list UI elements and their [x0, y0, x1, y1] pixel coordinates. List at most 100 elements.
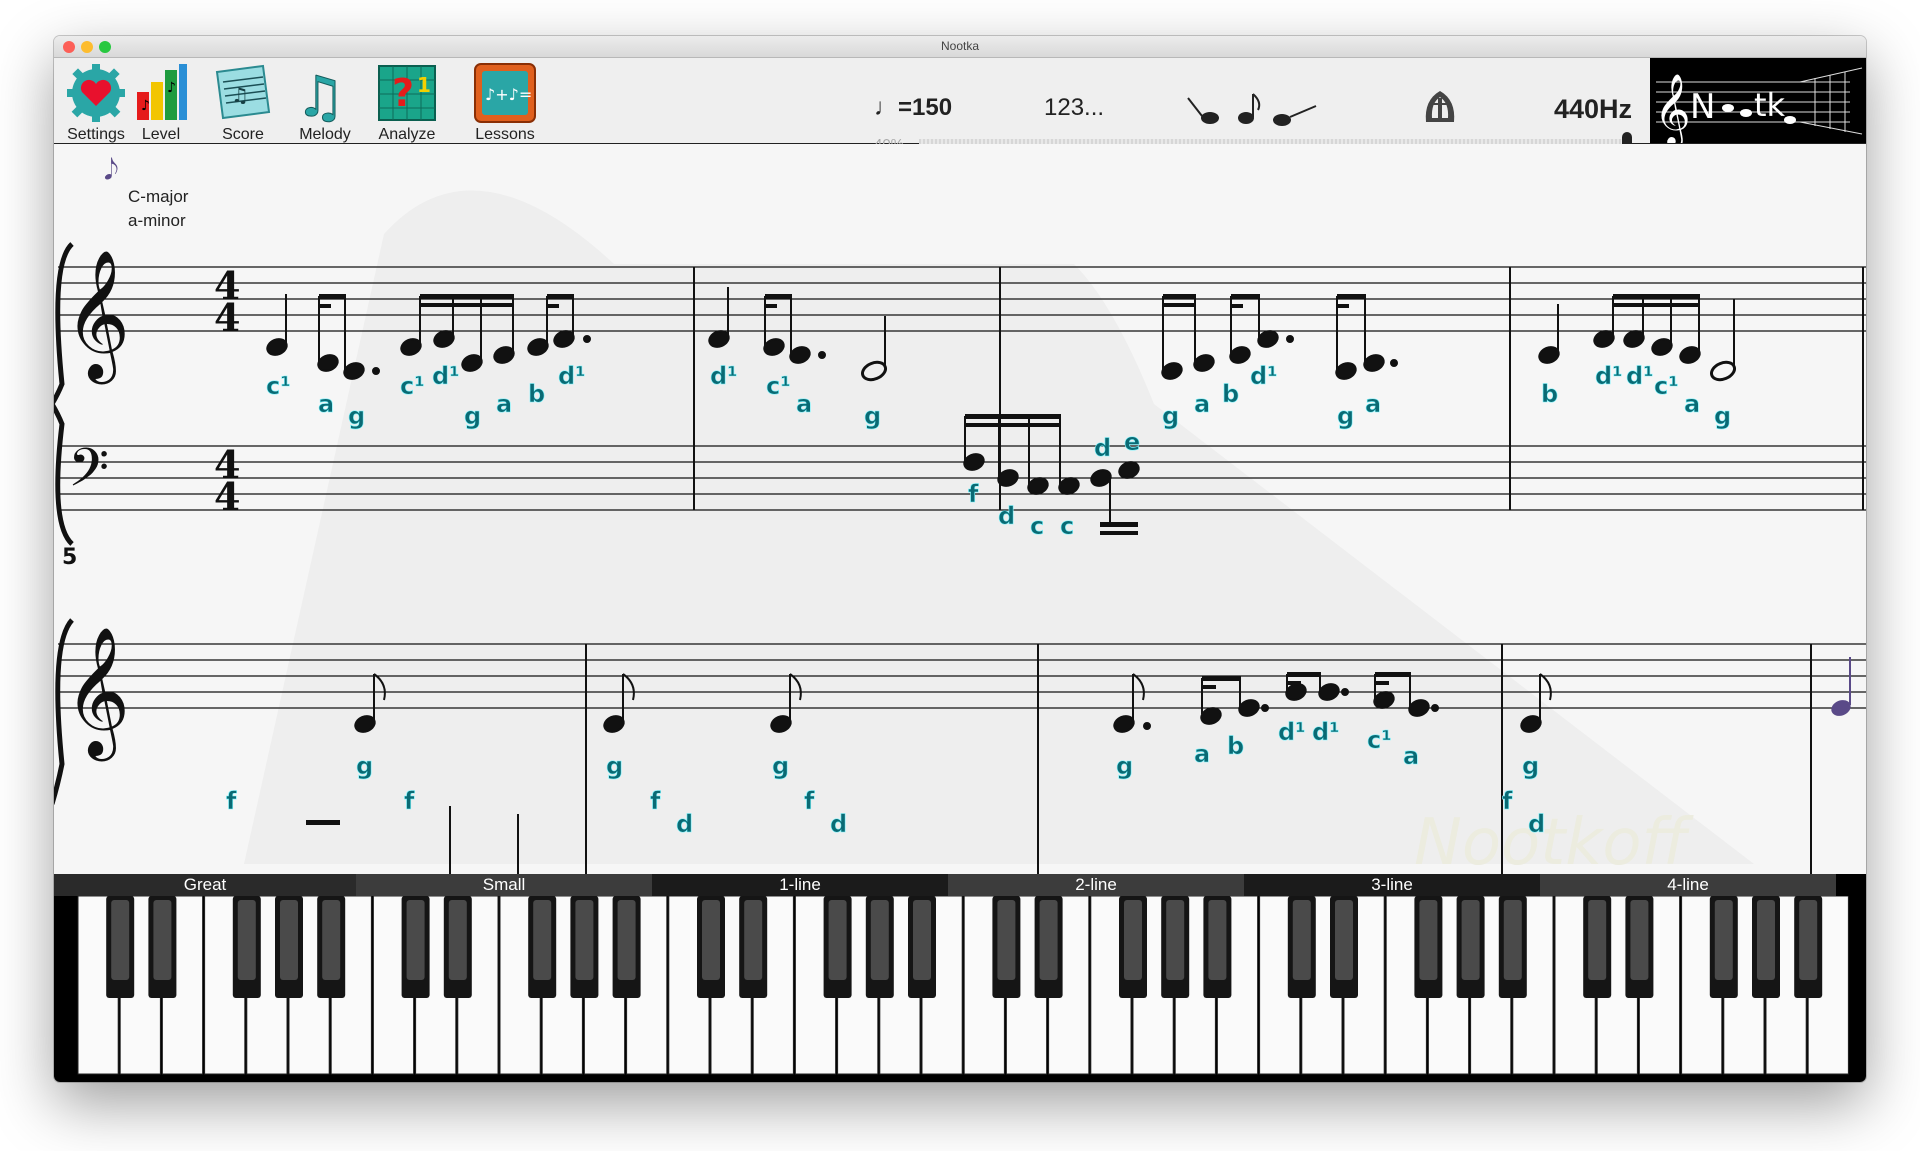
tempo-control[interactable]: ♩=150 [874, 94, 952, 122]
svg-text:d¹: d¹ [558, 362, 586, 390]
level-button[interactable]: ♪ ♪ Level [119, 62, 203, 144]
black-key-highlight [617, 900, 636, 980]
svg-text:♫: ♫ [295, 65, 345, 124]
counting-toggle[interactable]: 123... [1044, 94, 1104, 122]
svg-text:g: g [464, 402, 481, 430]
black-key-highlight [1419, 900, 1438, 980]
svg-text:g: g [348, 402, 365, 430]
svg-text:b: b [1222, 380, 1239, 408]
svg-text:N: N [1690, 87, 1715, 127]
piano-keys[interactable] [54, 896, 1866, 1082]
zoom-window-button[interactable] [99, 41, 111, 53]
nootka-logo: 𝄞 N tk [1650, 58, 1866, 148]
black-key-highlight [1039, 900, 1058, 980]
svg-text:f: f [404, 787, 415, 815]
svg-text:♪: ♪ [141, 98, 150, 114]
svg-text:a: a [1365, 390, 1381, 418]
black-key-highlight [1503, 900, 1522, 980]
black-key-highlight [575, 900, 594, 980]
measure-3-treble-notes[interactable] [1158, 294, 1398, 383]
melody-button[interactable]: ♫ Melody [283, 62, 367, 144]
black-key-highlight [702, 900, 720, 980]
analyze-button[interactable]: ? 1 Analyze [365, 62, 449, 144]
lessons-button[interactable]: ♪+♪= Lessons [455, 62, 555, 144]
svg-text:b: b [528, 380, 545, 408]
title-bar: Nootka [54, 36, 1866, 58]
octave-label-1-line: 1-line [652, 874, 948, 896]
bass-time-signature-denominator[interactable]: 4 [214, 474, 240, 519]
svg-text:g: g [1116, 752, 1133, 780]
tilted-note-left-icon [1187, 97, 1219, 124]
black-key-highlight [1461, 900, 1480, 980]
svg-text:d: d [676, 810, 693, 838]
svg-text:c: c [1030, 512, 1044, 540]
treble-clef-icon-2[interactable]: 𝄞 [64, 626, 130, 762]
black-key-highlight [1714, 900, 1733, 980]
svg-text:a: a [1194, 390, 1210, 418]
tuning-frequency[interactable]: 440Hz [1554, 94, 1632, 125]
key-major-label: C-major [128, 187, 189, 206]
svg-text:g: g [772, 752, 789, 780]
analyze-label: Analyze [378, 126, 436, 143]
nootka-logo-image: 𝄞 N tk [1654, 67, 1863, 148]
watermark-text: Nootkoff [1414, 806, 1695, 874]
svg-text:d¹: d¹ [1595, 362, 1623, 390]
tempo-value: =150 [898, 94, 953, 121]
svg-text:c¹: c¹ [266, 372, 291, 400]
svg-text:d: d [998, 502, 1015, 530]
svg-text:𝄞: 𝄞 [1654, 72, 1691, 143]
svg-text:d¹: d¹ [432, 362, 460, 390]
svg-text:f: f [1502, 787, 1513, 815]
lessons-label: Lessons [475, 126, 535, 143]
black-key-highlight [913, 900, 931, 980]
time-signature-denominator[interactable]: 4 [214, 295, 240, 340]
black-key-highlight [1588, 900, 1607, 980]
svg-text:g: g [864, 402, 881, 430]
minimize-window-button[interactable] [81, 41, 93, 53]
svg-text:a: a [1403, 742, 1419, 770]
black-key-highlight [322, 900, 341, 980]
svg-text:f: f [226, 787, 237, 815]
note-input-mode-icons[interactable] [1184, 88, 1324, 132]
octave-labels: Great Small 1-line 2-line 3-line 4-line [54, 874, 1866, 896]
black-key-highlight [533, 900, 552, 980]
svg-text:d¹: d¹ [1278, 718, 1306, 746]
black-key-highlight [1757, 900, 1775, 980]
treble-clef-icon[interactable]: 𝄞 [64, 249, 130, 385]
score-area[interactable]: Nootkoff 𝅘𝅥𝅮 C-major a-minor 𝄞 𝄢 4 4 4 4 [54, 144, 1866, 874]
svg-text:tk: tk [1754, 86, 1786, 124]
black-key-highlight [1630, 900, 1649, 980]
app-window: Nootka Settings ♪ ♪ Level ♫ Score ♫ Melo… [54, 36, 1866, 1082]
piano-keyboard[interactable]: Great Small 1-line 2-line 3-line 4-line [54, 874, 1866, 1082]
bass-clef-icon[interactable]: 𝄢 [68, 438, 109, 512]
svg-text:♪+♪=: ♪+♪= [485, 85, 532, 104]
black-key-highlight [997, 900, 1016, 980]
black-key-highlight [1292, 900, 1311, 980]
black-key-highlight [828, 900, 847, 980]
svg-text:c¹: c¹ [400, 372, 425, 400]
key-minor-label: a-minor [128, 211, 186, 230]
svg-text:a: a [796, 390, 812, 418]
svg-text:g: g [356, 752, 373, 780]
eighth-note-icon [1238, 93, 1261, 124]
counting-label: 123... [1044, 94, 1105, 121]
svg-text:g: g [606, 752, 623, 780]
octave-label-4-line: 4-line [1540, 874, 1836, 896]
score-button[interactable]: ♫ Score [201, 62, 285, 144]
measure-4-note-names: bd¹ d¹ c¹ ag [1541, 362, 1732, 431]
window-title: Nootka [940, 39, 980, 53]
svg-text:d¹: d¹ [1250, 362, 1278, 390]
black-key-highlight [1166, 900, 1185, 980]
close-window-button[interactable] [63, 41, 75, 53]
lessons-board-icon: ♪+♪= [474, 63, 536, 123]
black-key-highlight [1208, 900, 1227, 980]
svg-text:a: a [1684, 390, 1700, 418]
svg-text:♫: ♫ [231, 83, 249, 107]
melody-notes-icon: ♫ [295, 65, 346, 131]
svg-text:c: c [1060, 512, 1074, 540]
black-key-highlight [280, 900, 298, 980]
svg-text:f: f [968, 480, 979, 508]
key-signature-icon[interactable]: 𝅘𝅥𝅮 [104, 153, 119, 186]
svg-text:1: 1 [417, 73, 431, 97]
metronome-icon[interactable] [1420, 88, 1460, 124]
